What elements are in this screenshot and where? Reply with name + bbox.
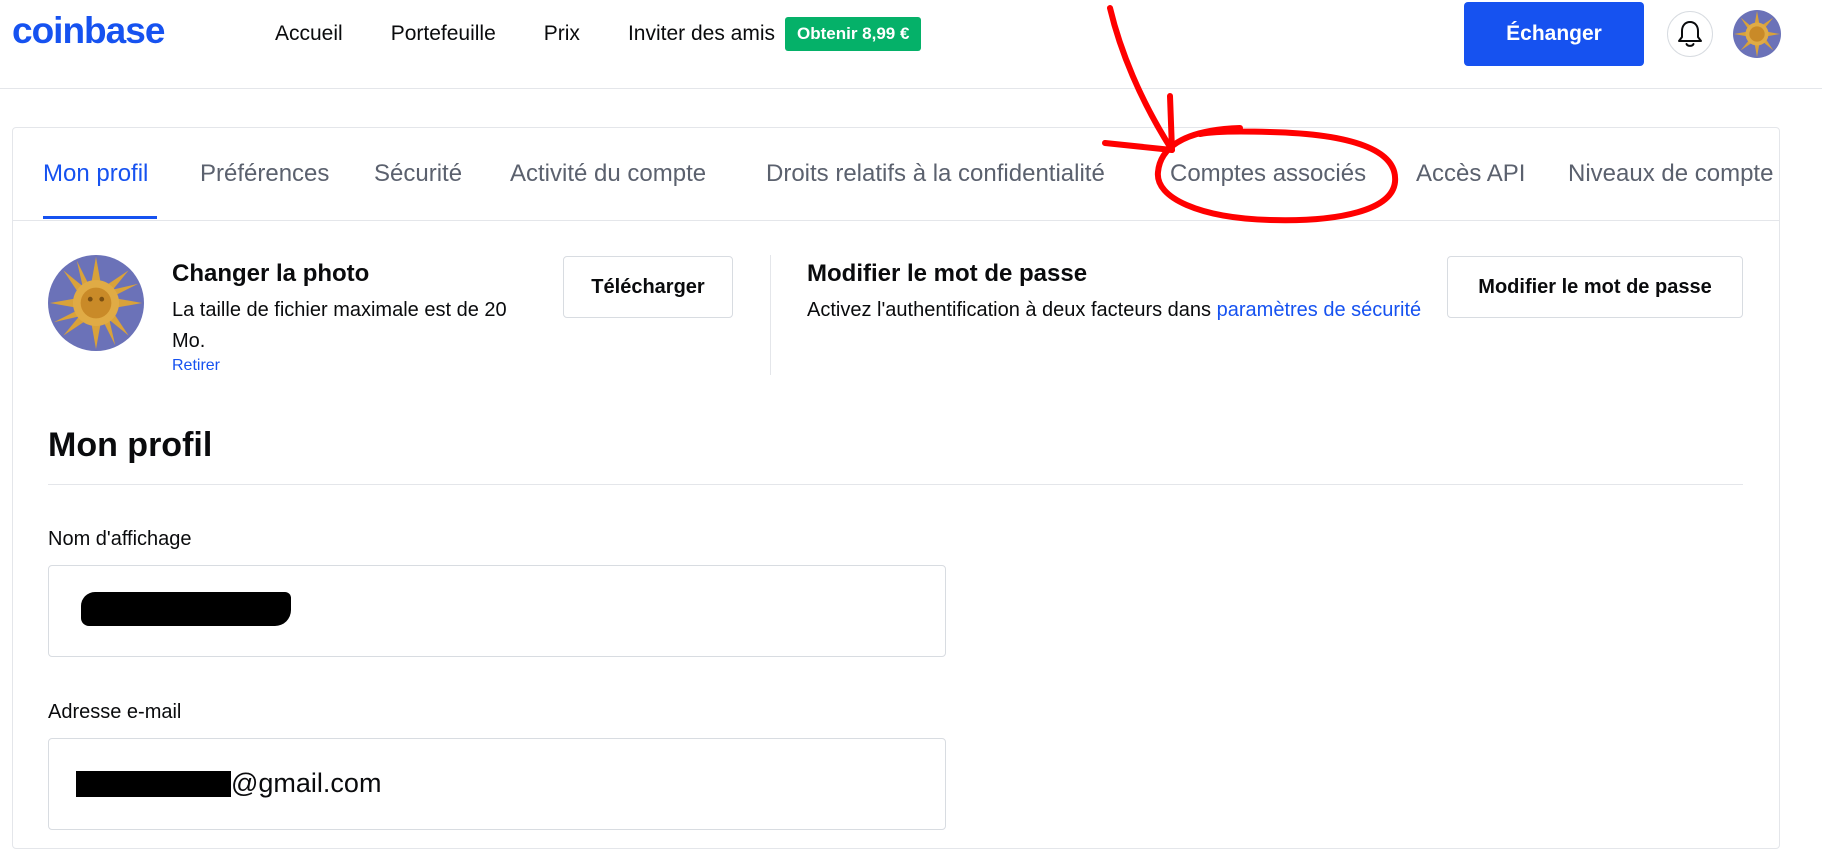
tab-api-access[interactable]: Accès API (1416, 160, 1525, 188)
tab-my-profile[interactable]: Mon profil (43, 160, 148, 188)
email-field[interactable]: @gmail.com (48, 738, 946, 830)
tab-account-activity[interactable]: Activité du compte (510, 160, 706, 188)
change-password-button[interactable]: Modifier le mot de passe (1447, 256, 1743, 318)
page-title: Mon profil (48, 426, 213, 464)
notifications-button[interactable] (1667, 11, 1713, 57)
tab-preferences[interactable]: Préférences (200, 160, 329, 188)
tab-account-levels[interactable]: Niveaux de compte (1568, 160, 1773, 188)
sun-avatar-icon (48, 255, 144, 351)
nav-invite-friends[interactable]: Inviter des amis (628, 22, 775, 46)
upload-button[interactable]: Télécharger (563, 256, 733, 318)
active-tab-indicator (43, 216, 157, 219)
nav-portfolio[interactable]: Portefeuille (391, 22, 496, 46)
change-photo-title: Changer la photo (172, 260, 370, 287)
email-label: Adresse e-mail (48, 701, 182, 723)
email-value: @gmail.com (231, 768, 382, 798)
tab-privacy-rights[interactable]: Droits relatifs à la confidentialité (766, 160, 1105, 188)
password-info: Activez l'authentification à deux facteu… (807, 295, 1427, 326)
settings-card: Mon profil Préférences Sécurité Activité… (12, 127, 1780, 849)
password-info-text: Activez l'authentification à deux facteu… (807, 299, 1212, 321)
display-name-label: Nom d'affichage (48, 528, 192, 550)
nav-prices[interactable]: Prix (544, 22, 580, 46)
promo-badge[interactable]: Obtenir 8,99 € (785, 17, 922, 51)
nav-home[interactable]: Accueil (275, 22, 343, 46)
redaction-mark (81, 592, 291, 626)
security-settings-link[interactable]: paramètres de sécurité (1217, 299, 1422, 321)
bell-icon (1678, 21, 1702, 47)
remove-photo-link[interactable]: Retirer (172, 357, 220, 375)
change-password-title: Modifier le mot de passe (807, 260, 1088, 287)
sun-avatar-icon (1733, 10, 1781, 58)
user-avatar[interactable] (1733, 10, 1781, 58)
main-nav: Accueil Portefeuille Prix Inviter des am… (275, 17, 922, 51)
profile-photo (48, 255, 144, 351)
redaction-mark (76, 771, 231, 797)
settings-tabs: Mon profil Préférences Sécurité Activité… (13, 128, 1779, 221)
heading-divider (48, 484, 1743, 485)
photo-size-info: La taille de fichier maximale est de 20 … (172, 299, 507, 352)
coinbase-logo[interactable]: coinbase (12, 10, 165, 52)
trade-button[interactable]: Échanger (1464, 2, 1644, 66)
tab-linked-accounts[interactable]: Comptes associés (1170, 160, 1366, 188)
display-name-field[interactable] (48, 565, 946, 657)
tab-security[interactable]: Sécurité (374, 160, 462, 188)
section-divider (770, 255, 771, 375)
top-header: coinbase Accueil Portefeuille Prix Invit… (0, 0, 1822, 89)
